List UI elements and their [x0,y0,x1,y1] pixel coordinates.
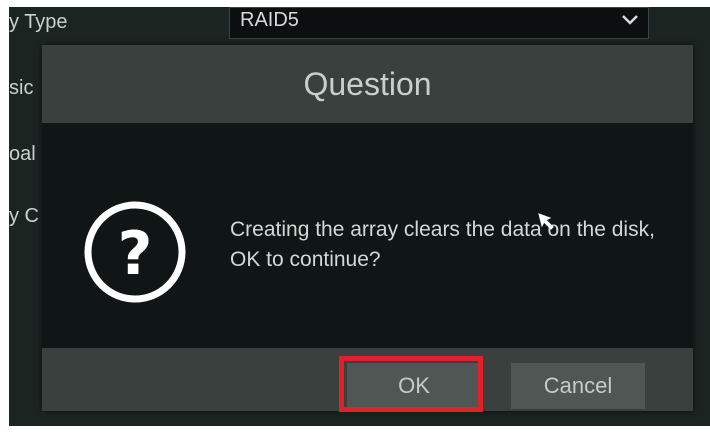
basic-label: sic [9,77,34,99]
cancel-button[interactable]: Cancel [511,363,645,409]
question-dialog: Question ? Creating the array clears the… [42,45,693,412]
array-type-value: RAID5 [240,9,299,31]
dialog-header: Question [42,45,693,123]
svg-text:?: ? [118,219,153,289]
array-type-label: y Type [9,11,68,33]
global-label: oal [9,143,36,165]
nvr-screen: y Type sic oal y C RAID5 Question ? Crea… [9,7,710,426]
chevron-down-icon [622,15,638,25]
array-type-select[interactable]: RAID5 [229,7,649,39]
ok-button-highlight [339,356,483,412]
dialog-message: Creating the array clears the data on th… [230,218,655,271]
array-capacity-label: y C [9,205,39,227]
question-icon: ? [84,201,186,303]
dialog-title: Question [303,66,432,102]
dialog-body: ? Creating the array clears the data on … [42,123,693,348]
mouse-cursor-icon [538,213,554,230]
